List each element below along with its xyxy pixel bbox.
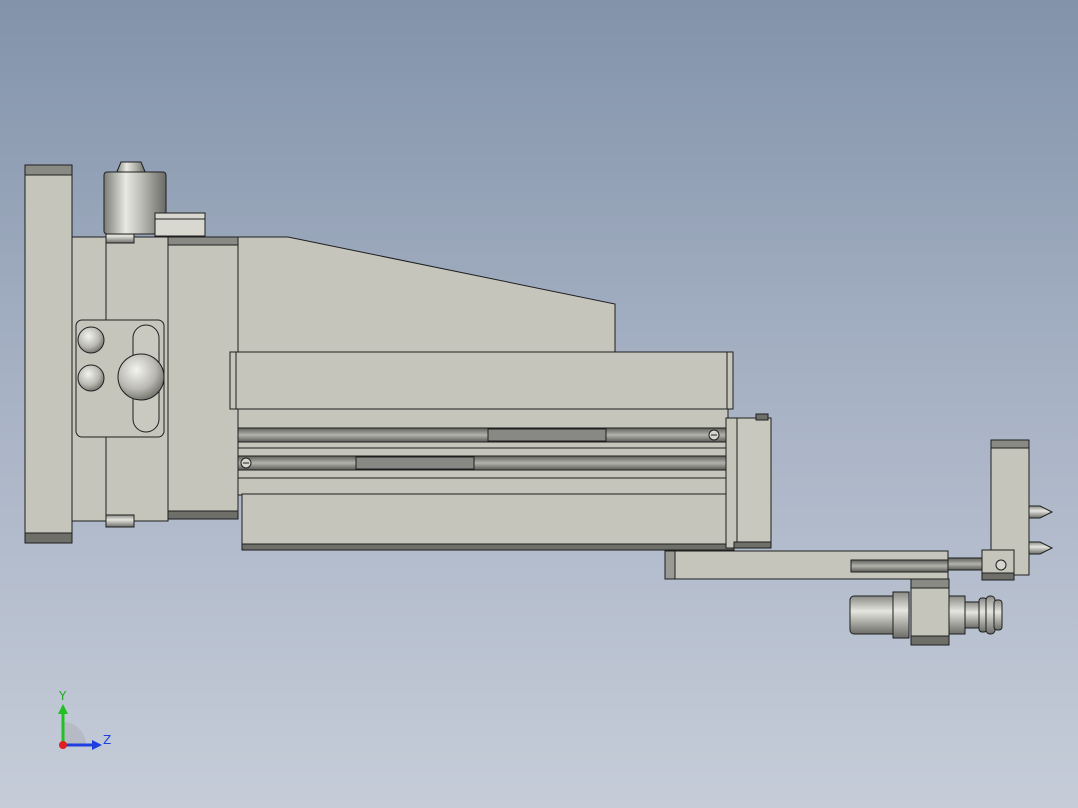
end-plate (725, 413, 772, 549)
extension-arm (664, 550, 985, 580)
lower-slide-body (241, 493, 735, 551)
y-arrowhead-icon (58, 704, 68, 714)
z-arrowhead-icon (92, 740, 102, 750)
adjustment-plate (75, 319, 165, 438)
guide-section (237, 408, 729, 496)
view-triad[interactable]: Y Z (58, 689, 111, 750)
gripper-assembly (24, 161, 1054, 646)
cad-graphics-viewport[interactable]: Y Z (0, 0, 1078, 808)
mounting-plate (24, 164, 73, 544)
triad-plane-icon (63, 722, 86, 745)
bottom-connector (849, 578, 1003, 646)
triad-z-label: Z (103, 733, 111, 747)
upper-slide-body (229, 351, 734, 410)
model-view-svg[interactable]: Y Z (0, 0, 1078, 808)
tapered-housing (237, 236, 616, 355)
x-axis-dot-icon (59, 741, 67, 749)
riser-block (167, 236, 239, 520)
top-sensor (103, 161, 206, 237)
finger-block (981, 439, 1054, 581)
triad-y-label: Y (58, 689, 67, 703)
